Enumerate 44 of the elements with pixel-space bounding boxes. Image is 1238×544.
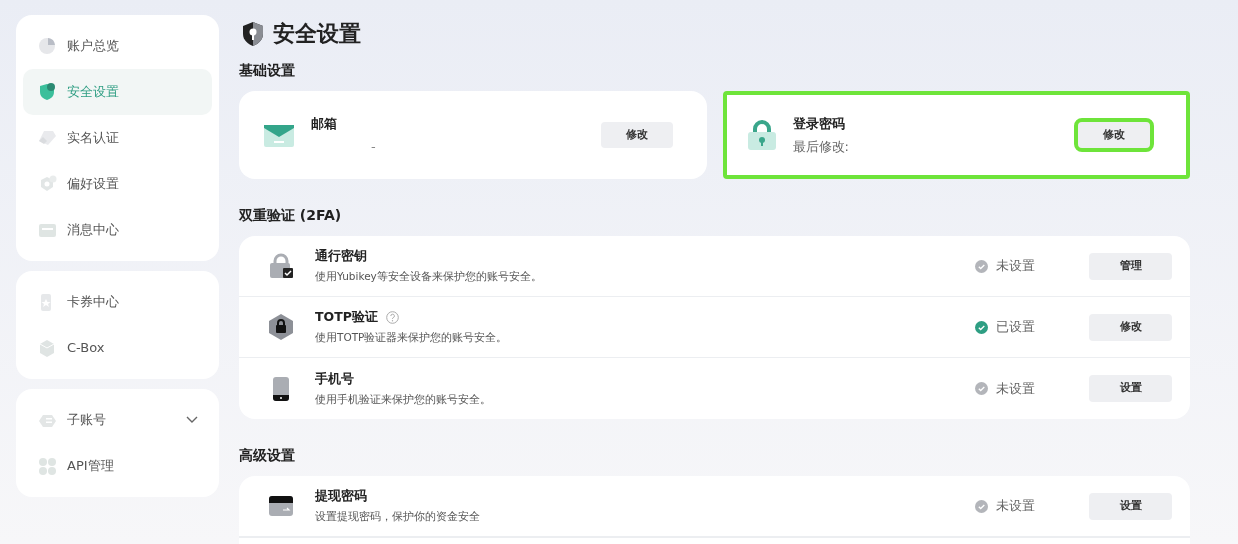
box-icon [38, 338, 57, 358]
status-label: 未设置 [996, 257, 1035, 276]
action-button[interactable]: 管理 [1089, 252, 1172, 280]
sidebar-item[interactable]: 偏好设置 [23, 161, 212, 207]
section-heading: 基础设置 [239, 61, 295, 80]
row-description: 使用手机验证来保护您的账号安全。 [315, 391, 492, 407]
card-title: 邮箱 [311, 114, 338, 133]
row-title: 通行密钥 [315, 247, 367, 266]
card-subtitle: - [370, 138, 377, 156]
row-description: 使用Yubikey等安全设备来保护您的账号安全。 [315, 269, 543, 284]
cog-icon [38, 174, 57, 194]
sidebar-item[interactable]: 消息中心 [23, 207, 212, 253]
sidebar-item[interactable]: API管理 [23, 443, 212, 489]
phone-icon [272, 375, 290, 402]
card-subtitle: 最后修改: [792, 138, 850, 156]
sidebar-item[interactable]: 卡券中心 [23, 279, 212, 325]
status-label: 未设置 [996, 379, 1035, 398]
action-button[interactable]: 修改 [1089, 313, 1172, 341]
section-heading: 双重验证 (2FA) [239, 206, 342, 225]
sidebar-item[interactable]: 账户总览 [23, 23, 212, 69]
row-description: 使用TOTP验证器来保护您的账号安全。 [315, 330, 509, 345]
action-button[interactable]: 设置 [1089, 375, 1172, 402]
shield-lock-icon [241, 20, 265, 47]
action-button[interactable]: 设置 [1089, 492, 1172, 520]
sidebar-item[interactable]: C-Box [23, 325, 212, 371]
padlock-icon [269, 253, 293, 279]
edit-button[interactable]: 修改 [600, 122, 673, 148]
pie-chart-icon [38, 36, 57, 56]
sidebar-item[interactable]: 子账号 [23, 397, 212, 443]
chevron-down-icon[interactable] [186, 416, 198, 424]
sidebar-item[interactable]: 实名认证 [23, 115, 212, 161]
card-icon [268, 495, 294, 517]
row-title: 手机号 [315, 369, 354, 388]
row-title: 提现密码 [315, 487, 367, 506]
row-description: 设置提现密码，保护你的资金安全 [315, 509, 481, 524]
padlock-icon [746, 119, 777, 151]
page-title: 安全设置 [273, 20, 361, 48]
row-title: TOTP验证 [315, 308, 378, 327]
status-label: 已设置 [996, 318, 1035, 337]
section-heading: 高级设置 [239, 446, 295, 465]
card-title: 登录密码 [792, 114, 846, 133]
status-label: 未设置 [996, 497, 1035, 516]
shield-icon [38, 82, 57, 102]
hexagon-lock-icon [268, 313, 294, 341]
